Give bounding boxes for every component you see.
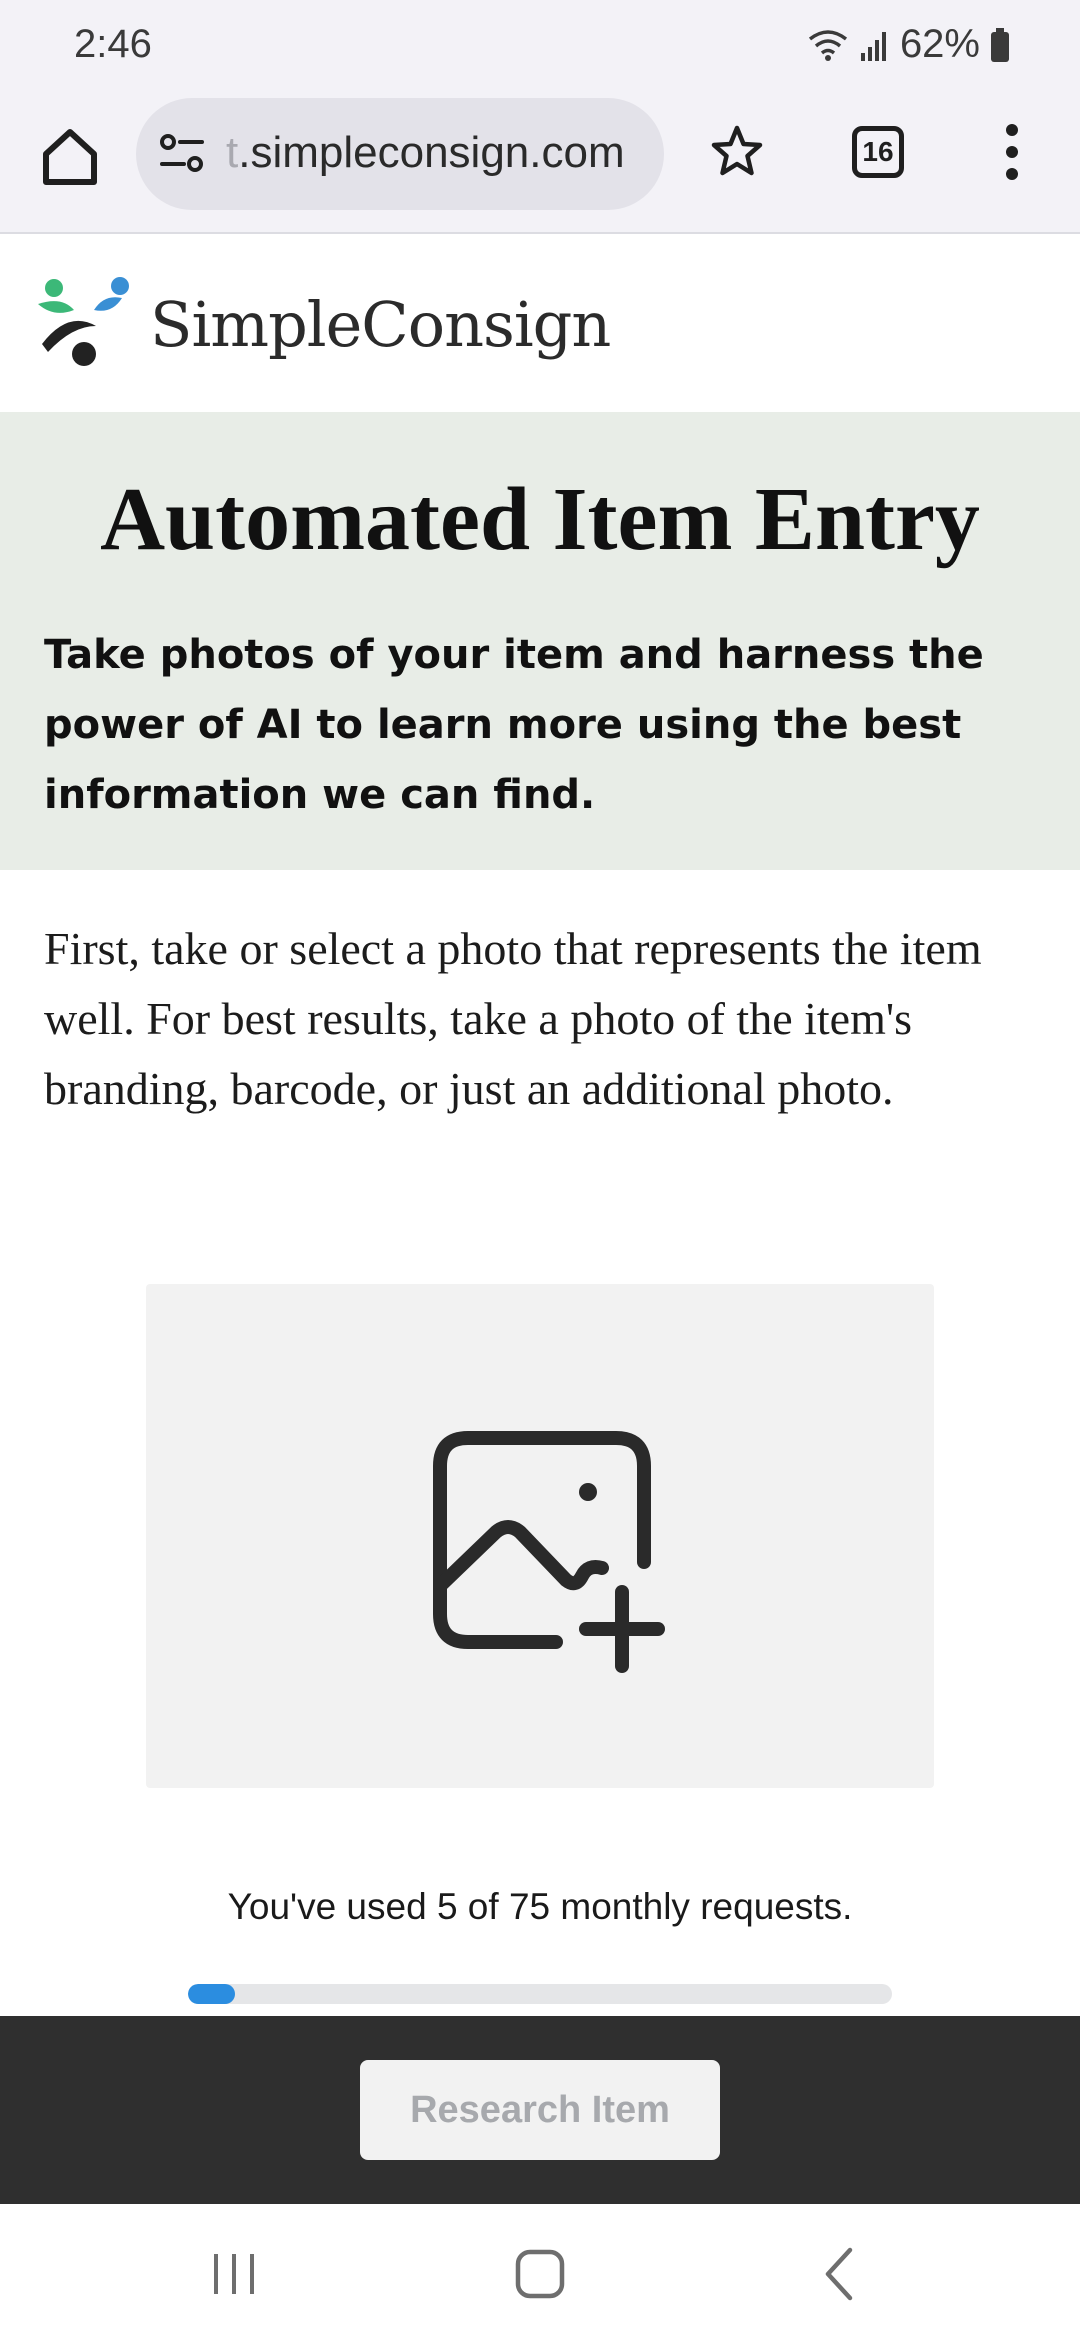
- home-nav-icon[interactable]: [508, 2242, 572, 2306]
- status-time: 2:46: [74, 22, 152, 66]
- browser-toolbar: t.simpleconsign.com 16: [0, 96, 1080, 234]
- usage-text: You've used 5 of 75 monthly requests.: [227, 1886, 853, 1927]
- wifi-icon: [808, 29, 848, 61]
- photo-upload-area[interactable]: [146, 1284, 934, 1788]
- more-vert-icon[interactable]: [1000, 122, 1024, 182]
- page-title: Automated Item Entry: [100, 470, 980, 569]
- instructions-text: First, take or select a photo that repre…: [44, 923, 982, 1114]
- simpleconsign-logo-icon[interactable]: [32, 274, 136, 372]
- site-settings-icon[interactable]: [160, 134, 204, 174]
- add-photo-icon[interactable]: [416, 1414, 676, 1674]
- recents-icon[interactable]: [202, 2242, 266, 2306]
- research-item-button[interactable]: Research Item: [360, 2060, 720, 2160]
- tabs-icon[interactable]: 16: [852, 126, 904, 178]
- hero-subtitle: Take photos of your item and harness the…: [44, 632, 984, 818]
- url-prefix: t: [226, 128, 239, 177]
- status-bar: 2:46 62%: [0, 0, 1080, 96]
- tab-count: 16: [862, 136, 894, 167]
- hero-section: Automated Item Entry Take photos of your…: [0, 412, 1080, 870]
- back-icon[interactable]: [808, 2242, 872, 2306]
- home-icon[interactable]: [38, 124, 102, 188]
- system-nav-bar: [0, 2204, 1080, 2340]
- usage-progress-fill: [188, 1984, 235, 2004]
- battery-percent: 62%: [899, 22, 980, 66]
- site-header: SimpleConsign: [0, 236, 1080, 412]
- action-bar: Research Item: [0, 2016, 1080, 2204]
- address-bar[interactable]: t.simpleconsign.com: [136, 98, 664, 210]
- url-text[interactable]: t.simpleconsign.com: [226, 128, 625, 178]
- star-icon[interactable]: [708, 122, 766, 180]
- status-icons: 62%: [806, 22, 1010, 67]
- battery-icon: [991, 27, 1009, 62]
- url-domain: .simpleconsign.com: [238, 128, 625, 177]
- usage-progress-bar: [188, 1984, 892, 2004]
- brand-name[interactable]: SimpleConsign: [150, 288, 611, 361]
- signal-icon: [860, 31, 886, 61]
